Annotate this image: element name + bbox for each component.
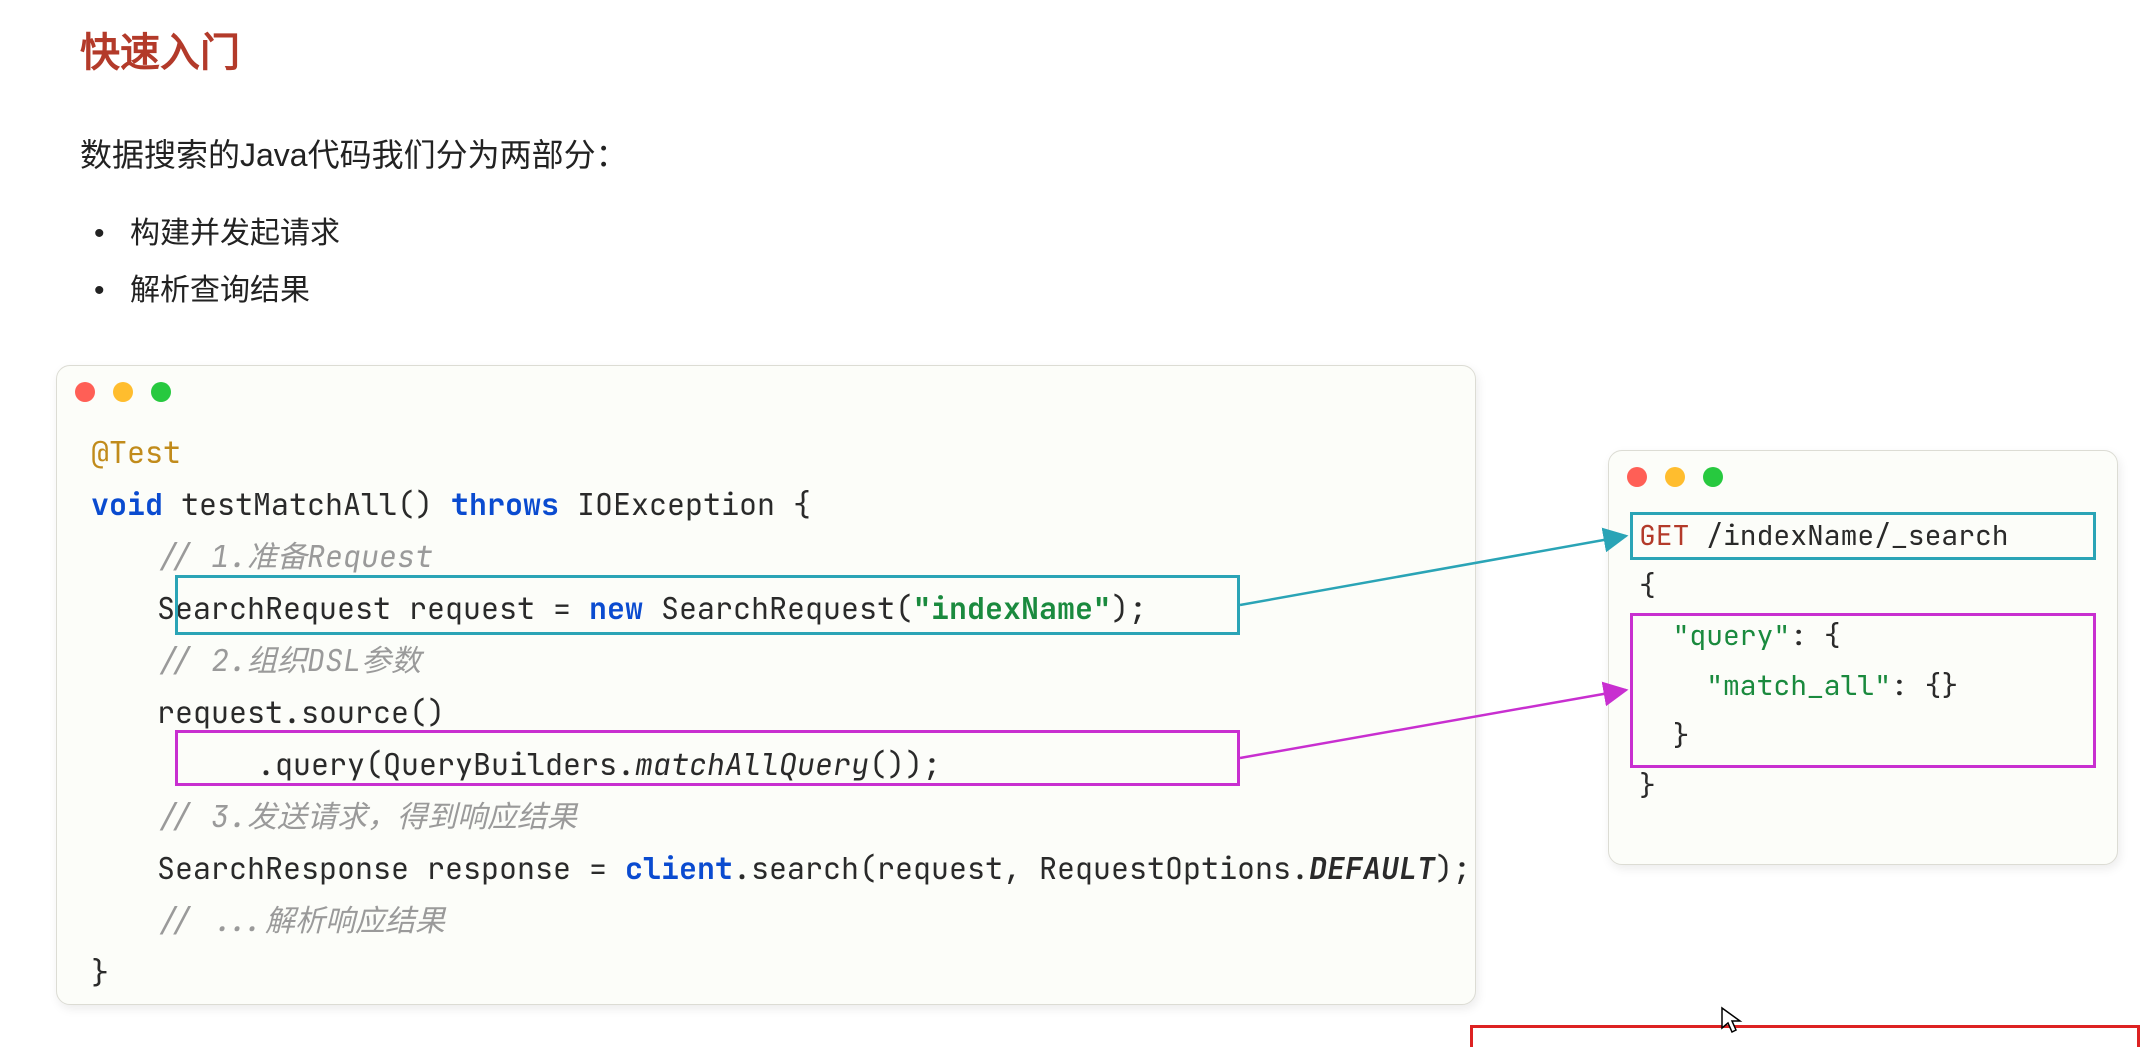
minimize-icon: [113, 382, 133, 402]
kw-throws: throws: [451, 484, 559, 524]
line-searchrequest: SearchRequest request = new SearchReques…: [57, 582, 1475, 634]
kw-void: void: [91, 484, 163, 524]
maximize-icon: [151, 382, 171, 402]
line-query: .query(QueryBuilders.matchAllQuery());: [57, 738, 1475, 790]
window-traffic-lights-2: [1627, 467, 1723, 487]
minimize-icon: [1665, 467, 1685, 487]
bullet-2: 解析查询结果: [80, 262, 340, 319]
comment-4: // ...解析响应结果: [57, 894, 1475, 946]
comment-2: // 2.组织DSL参数: [57, 634, 1475, 686]
annotation-test: @Test: [57, 426, 1475, 478]
red-highlight-box: [1470, 1025, 2140, 1047]
window-traffic-lights: [75, 382, 171, 402]
close-icon: [1627, 467, 1647, 487]
code-window-java: @Test void testMatchAll() throws IOExcep…: [56, 365, 1476, 1005]
fn-close: }: [57, 946, 1475, 998]
close-icon: [75, 382, 95, 402]
dsl-get-line: GET /indexName/_search: [1609, 511, 2117, 561]
maximize-icon: [1703, 467, 1723, 487]
dsl-matchall: "match_all": {}: [1609, 661, 2117, 711]
fn-name: testMatchAll(): [163, 484, 451, 524]
dsl-brace-close: }: [1609, 761, 2117, 811]
page-title: 快速入门: [80, 20, 240, 78]
dsl-inner-close: }: [1609, 711, 2117, 761]
java-code: @Test void testMatchAll() throws IOExcep…: [57, 426, 1475, 998]
line-source: request.source(): [57, 686, 1475, 738]
comment-3: // 3.发送请求，得到响应结果: [57, 790, 1475, 842]
intro-text: 数据搜索的Java代码我们分为两部分：: [80, 130, 628, 176]
code-window-dsl: GET /indexName/_search { "query": { "mat…: [1608, 450, 2118, 865]
dsl-brace-open: {: [1609, 561, 2117, 611]
sig-rest: IOException {: [559, 484, 811, 524]
line-response: SearchResponse response = client.search(…: [57, 842, 1475, 894]
mouse-cursor-icon: [1720, 1006, 1744, 1039]
dsl-code: GET /indexName/_search { "query": { "mat…: [1609, 511, 2117, 811]
bullet-list: 构建并发起请求 解析查询结果: [80, 205, 340, 319]
bullet-1: 构建并发起请求: [80, 205, 340, 262]
fn-signature: void testMatchAll() throws IOException {: [57, 478, 1475, 530]
comment-1: // 1.准备Request: [57, 530, 1475, 582]
dsl-query: "query": {: [1609, 611, 2117, 661]
